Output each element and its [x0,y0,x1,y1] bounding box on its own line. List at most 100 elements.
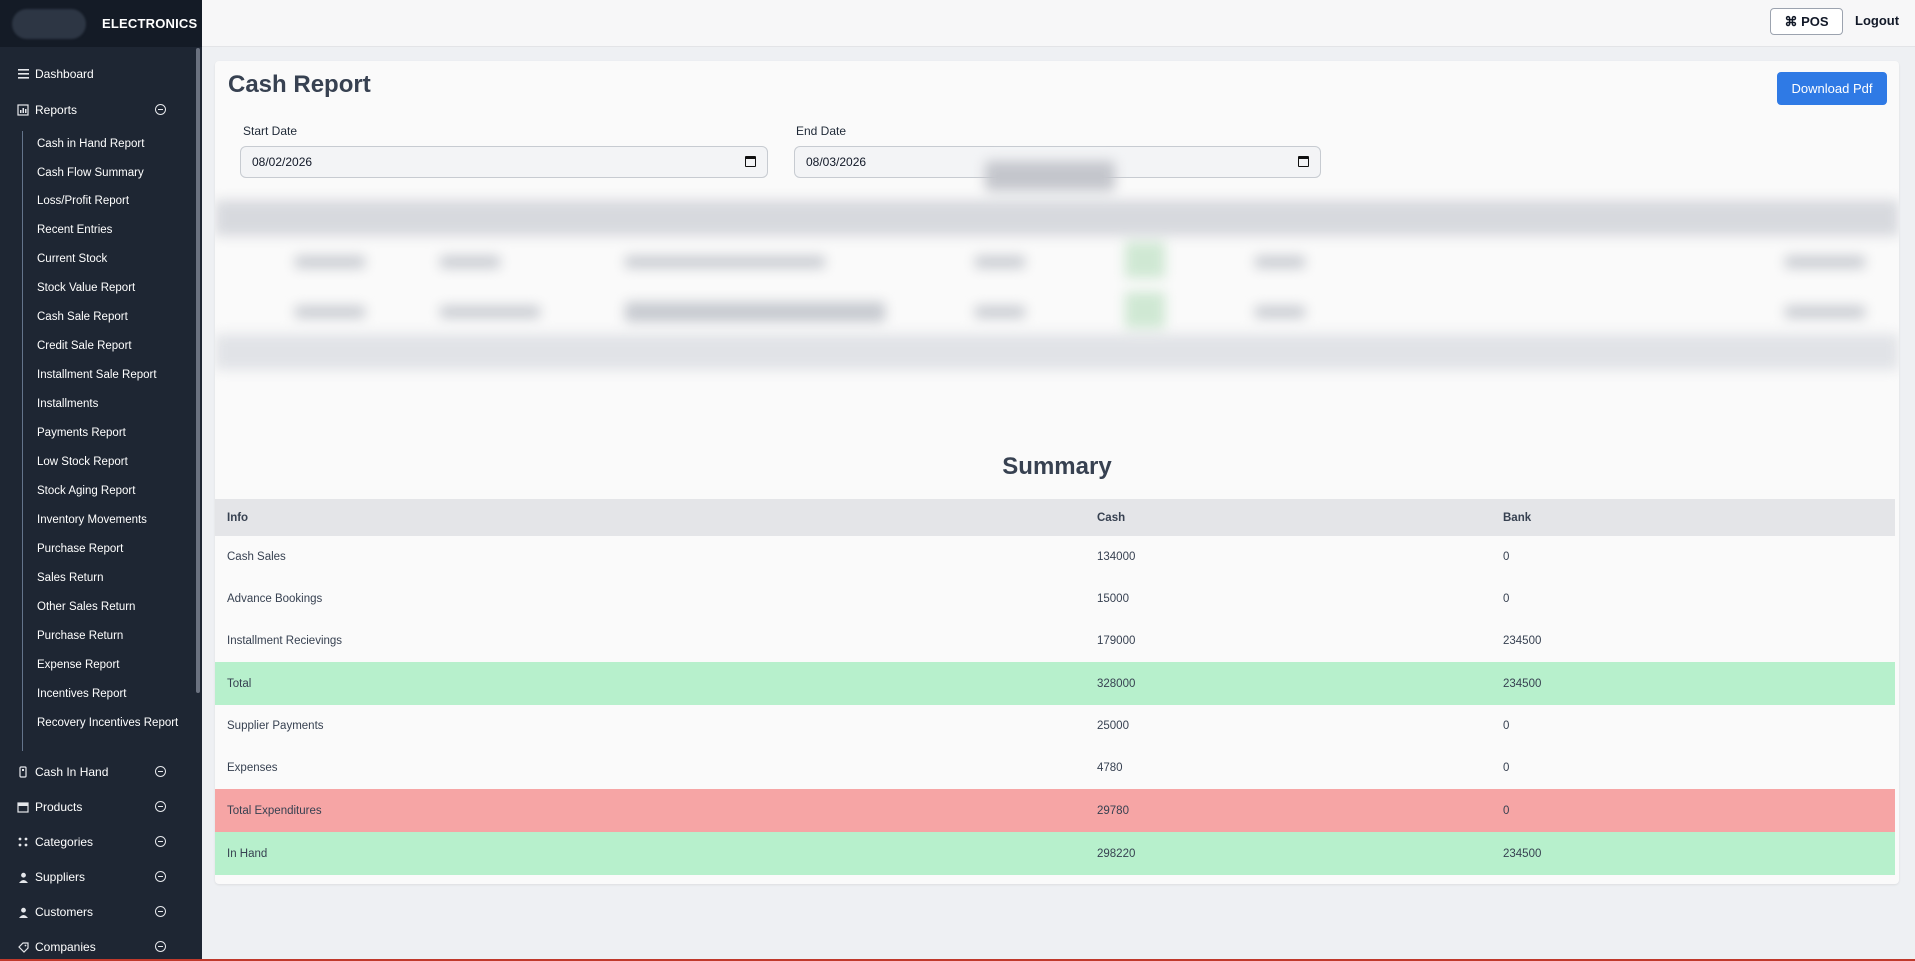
reports-submenu: Cash in Hand Report Cash Flow Summary Lo… [22,131,190,751]
row-info: Cash Sales [227,551,286,563]
menu-icon [16,67,30,81]
submenu-item[interactable]: Cash Flow Summary [37,166,187,181]
row-cash: 179000 [1097,635,1136,647]
pos-button[interactable]: ⌘ POS [1770,8,1843,35]
cash-icon [16,765,30,779]
sidebar-item-label: Customers [35,905,94,919]
sidebar-scrollbar[interactable] [196,48,200,693]
submenu-item[interactable]: Expense Report [37,658,187,673]
header-cash: Cash [1097,511,1126,524]
submenu-item[interactable]: Purchase Return [37,629,187,644]
sidebar-item-dashboard[interactable]: Dashboard [0,59,190,89]
blurred-heading [985,161,1115,191]
submenu-item[interactable]: Incentives Report [37,687,187,702]
summary-title: Summary [1002,453,1112,480]
customer-icon [16,905,30,919]
sidebar-item-label: Dashboard [35,67,94,81]
submenu-item[interactable]: Sales Return [37,571,187,586]
submenu-item[interactable]: Low Stock Report [37,455,187,470]
blurred-details-table [215,156,1899,426]
summary-row-installment-recievings: Installment Recievings 179000 234500 [215,620,1895,662]
row-cash: 134000 [1097,551,1136,563]
summary-row-cash-sales: Cash Sales 134000 0 [215,536,1895,578]
blurred-table-footer [215,334,1899,370]
row-bank: 0 [1503,720,1510,732]
row-bank: 234500 [1503,847,1542,860]
submenu-item[interactable]: Recent Entries [37,223,187,238]
submenu-item[interactable]: Current Stock [37,252,187,267]
row-info: Total Expenditures [227,804,322,817]
expand-icon[interactable] [155,941,166,952]
submenu-item[interactable]: Cash Sale Report [37,310,187,325]
collapse-icon[interactable] [155,104,166,115]
sidebar-item-label: Companies [35,940,96,954]
row-bank: 0 [1503,804,1510,817]
sidebar-item-label: Products [35,800,83,814]
sidebar: ELECTRONICS Dashboard Reports Cash in Ha… [0,0,202,961]
submenu-item[interactable]: Installment Sale Report [37,368,187,383]
summary-row-expenses: Expenses 4780 0 [215,747,1895,789]
logout-button[interactable]: Logout [1855,13,1899,28]
grid-icon [16,835,30,849]
header-info: Info [227,511,249,524]
summary-row-advance-bookings: Advance Bookings 15000 0 [215,578,1895,620]
row-bank: 234500 [1503,677,1542,690]
row-info: Advance Bookings [227,593,323,605]
submenu-item[interactable]: Other Sales Return [37,600,187,615]
summary-row-total: Total 328000 234500 [215,662,1895,705]
row-cash: 29780 [1097,804,1129,817]
row-cash: 4780 [1097,762,1123,774]
submenu-item[interactable]: Stock Value Report [37,281,187,296]
page-title: Cash Report [228,71,371,98]
row-cash: 25000 [1097,720,1129,732]
expand-icon[interactable] [155,801,166,812]
report-card: Cash Report Download Pdf Start Date 08/0… [215,61,1899,884]
submenu-item[interactable]: Purchase Report [37,542,187,557]
submenu-item[interactable]: Stock Aging Report [37,484,187,499]
row-info: In Hand [227,847,268,860]
row-info: Installment Recievings [227,635,343,647]
logo[interactable] [12,8,86,39]
sidebar-item-label: Reports [35,103,78,117]
row-bank: 0 [1503,551,1510,563]
blurred-table-row [215,292,1899,332]
sidebar-item-label: Cash In Hand [35,765,109,779]
row-info: Total [227,677,252,690]
sidebar-item-label: Categories [35,835,94,849]
submenu-item[interactable]: Inventory Movements [37,513,187,528]
sidebar-item-cash-in-hand[interactable]: Cash In Hand [0,757,190,787]
submenu-item[interactable]: Payments Report [37,426,187,441]
sidebar-item-products[interactable]: Products [0,792,190,822]
row-bank: 234500 [1503,635,1542,647]
brand-name: ELECTRONICS [102,16,198,31]
download-pdf-button[interactable]: Download Pdf [1777,72,1887,105]
submenu-item[interactable]: Cash in Hand Report [37,137,187,152]
header-bank: Bank [1503,511,1532,524]
blurred-table-header [215,200,1899,236]
submenu-item[interactable]: Loss/Profit Report [37,194,187,209]
sidebar-item-reports[interactable]: Reports [0,95,190,125]
submenu-item[interactable]: Recovery Incentives Report [37,716,187,731]
expand-icon[interactable] [155,906,166,917]
start-date-label: Start Date [243,124,298,138]
expand-icon[interactable] [155,871,166,882]
report-icon [16,103,30,117]
sidebar-item-categories[interactable]: Categories [0,827,190,857]
sidebar-header: ELECTRONICS [0,0,202,47]
row-bank: 0 [1503,762,1510,774]
tag-icon [16,940,30,954]
sidebar-item-customers[interactable]: Customers [0,897,190,927]
expand-icon[interactable] [155,766,166,777]
summary-table: Info Cash Bank Cash Sales 134000 0 Advan… [215,499,1895,875]
submenu-item[interactable]: Credit Sale Report [37,339,187,354]
sidebar-item-companies[interactable]: Companies [0,932,190,961]
submenu-item[interactable]: Installments [37,397,187,412]
summary-header-row: Info Cash Bank [215,499,1895,536]
row-bank: 0 [1503,593,1510,605]
end-date-label: End Date [796,124,847,138]
top-bar [202,0,1915,47]
blurred-table-row [215,242,1899,282]
sidebar-item-label: Suppliers [35,870,86,884]
sidebar-item-suppliers[interactable]: Suppliers [0,862,190,892]
expand-icon[interactable] [155,836,166,847]
